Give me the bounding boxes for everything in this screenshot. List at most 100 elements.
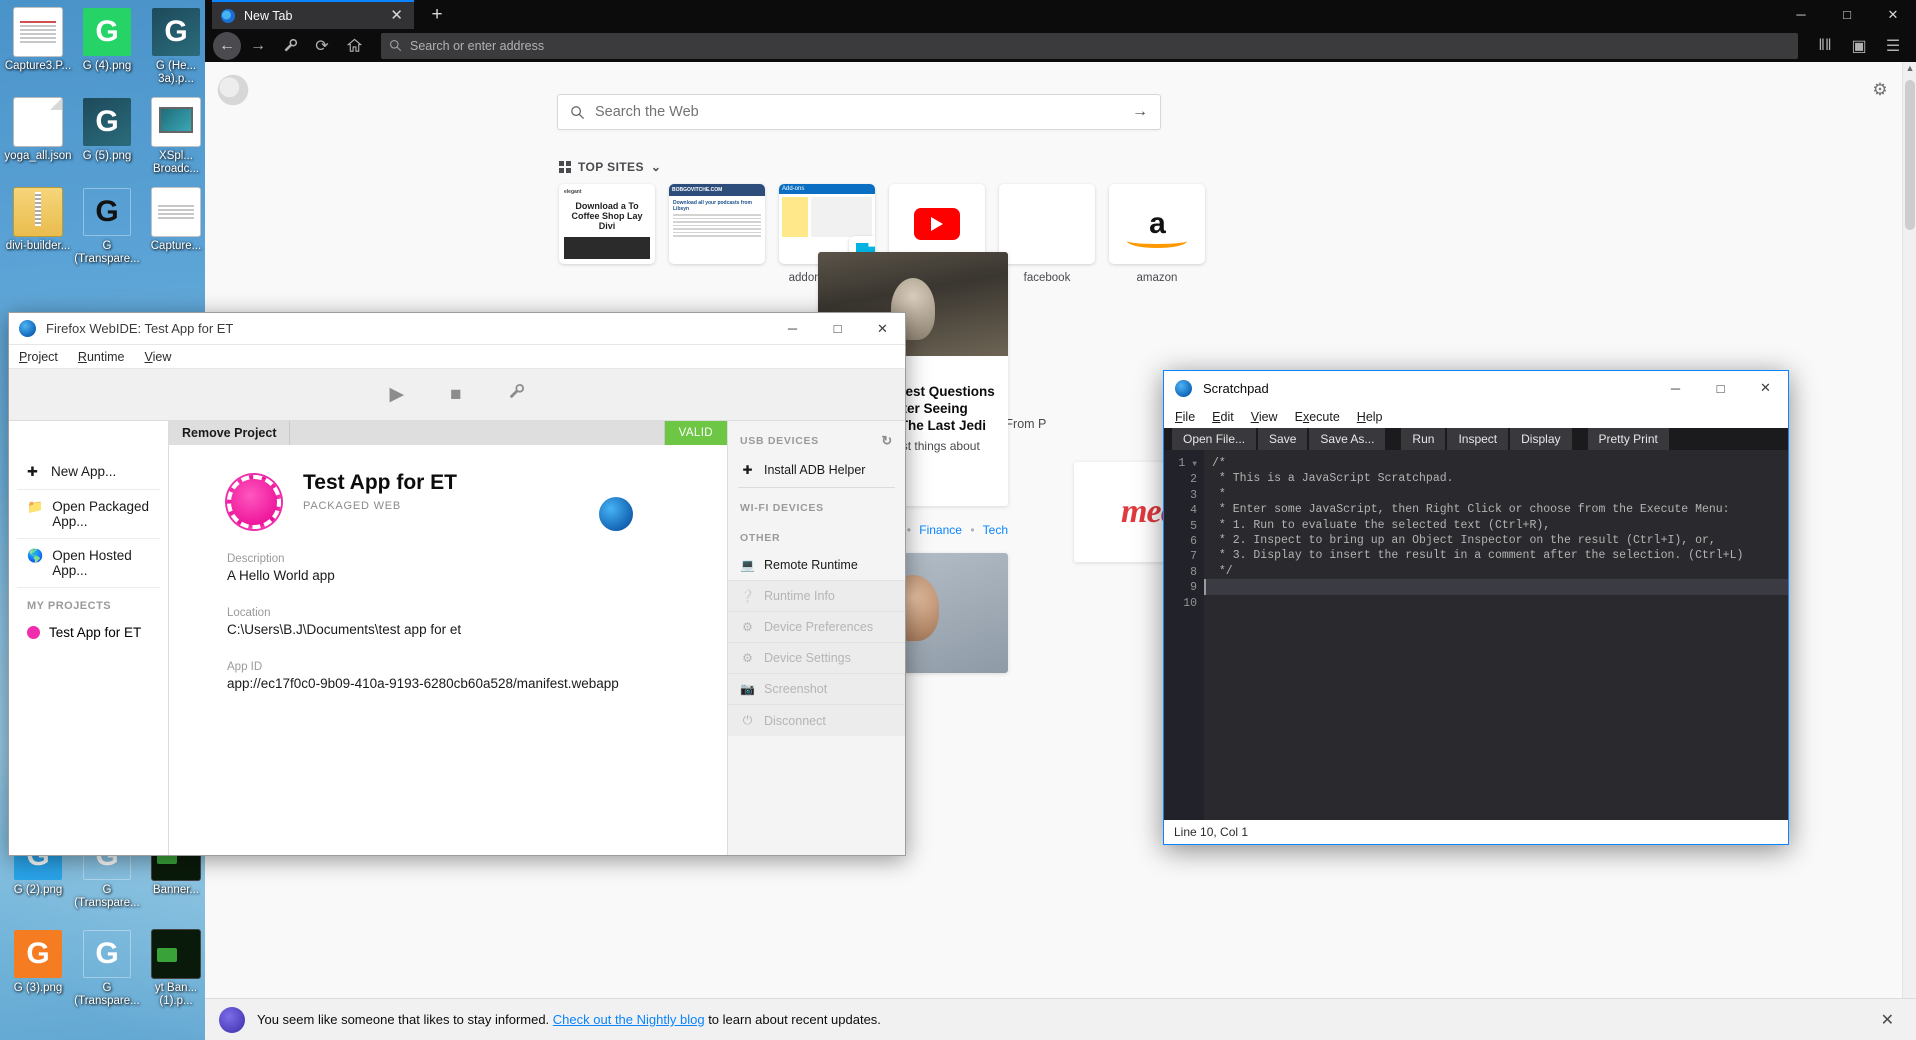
category-link[interactable]: Finance xyxy=(919,523,962,537)
play-icon[interactable]: ▶ xyxy=(389,383,404,406)
desktop-icon[interactable]: G G (3).png xyxy=(4,930,72,995)
remote-runtime-button[interactable]: 💻 Remote Runtime xyxy=(728,550,905,580)
desktop-icon[interactable]: Capture3.P... xyxy=(4,8,72,73)
desktop-icon[interactable]: Capture... xyxy=(142,188,210,253)
device-preferences-button[interactable]: ⚙ Device Preferences xyxy=(728,611,905,642)
stop-icon[interactable]: ■ xyxy=(450,384,461,406)
sidebar-icon[interactable]: ▣ xyxy=(1844,32,1874,60)
pretty-print-button[interactable]: Pretty Print xyxy=(1588,428,1669,450)
minimize-icon[interactable]: ─ xyxy=(770,313,815,345)
scrollbar-thumb[interactable] xyxy=(1905,80,1915,230)
webide-window-title: Firefox WebIDE: Test App for ET xyxy=(46,321,770,336)
remove-project-button[interactable]: Remove Project xyxy=(169,421,290,445)
firefox-icon xyxy=(1175,380,1192,397)
menu-item-project[interactable]: Project xyxy=(19,350,58,364)
line-number: 2 xyxy=(1164,472,1197,487)
desktop-icon[interactable]: XSpl...Broadc... xyxy=(142,98,210,176)
new-app-button[interactable]: ✚ New App... xyxy=(17,455,160,490)
amazon-smile-icon xyxy=(1127,234,1187,248)
scratchpad-toolbar: Open File... Save Save As... Run Inspect… xyxy=(1164,428,1788,450)
minimize-icon[interactable]: ─ xyxy=(1653,372,1698,404)
open-file-button[interactable]: Open File... xyxy=(1172,428,1256,450)
top-site-tile[interactable]: a amazon xyxy=(1109,184,1205,284)
menu-item-view[interactable]: View xyxy=(1251,410,1278,424)
open-packaged-app-button[interactable]: 📁 Open Packaged App... xyxy=(17,490,160,539)
menu-item-help[interactable]: Help xyxy=(1357,410,1383,424)
reload-icon[interactable]: ⟳ xyxy=(307,32,337,60)
desktop-icon[interactable]: G G (5).png xyxy=(73,98,141,163)
menu-item-runtime[interactable]: Runtime xyxy=(78,350,125,364)
maximize-icon[interactable]: □ xyxy=(1824,0,1870,29)
maximize-icon[interactable]: □ xyxy=(815,313,860,345)
nightly-blog-link[interactable]: Check out the Nightly blog xyxy=(553,1012,705,1027)
inspect-button[interactable]: Inspect xyxy=(1447,428,1508,450)
menu-item-execute[interactable]: Execute xyxy=(1295,410,1340,424)
menu-item-view[interactable]: View xyxy=(144,350,171,364)
webide-title-bar[interactable]: Firefox WebIDE: Test App for ET ─ □ ✕ xyxy=(9,313,905,345)
wrench-icon[interactable] xyxy=(508,383,525,406)
site-thumbnail: BOBGOVITCHE.COM Download all your podcas… xyxy=(669,184,765,264)
top-site-tile[interactable]: f facebook xyxy=(999,184,1095,284)
open-hosted-app-button[interactable]: 🌎 Open Hosted App... xyxy=(17,539,160,588)
save-as-button[interactable]: Save As... xyxy=(1309,428,1385,450)
desktop-icon[interactable]: G G (4).png xyxy=(73,8,141,73)
desktop-icon[interactable]: yoga_all.json xyxy=(4,98,72,163)
page-scrollbar[interactable]: ▲ ▼ xyxy=(1902,62,1916,1040)
category-link[interactable]: Tech xyxy=(983,523,1008,537)
maximize-icon[interactable]: □ xyxy=(1698,372,1743,404)
home-icon[interactable] xyxy=(339,32,369,60)
desktop-icon[interactable]: G G(Transpare... xyxy=(73,188,141,266)
scratchpad-title-bar[interactable]: Scratchpad ─ □ ✕ xyxy=(1164,371,1788,405)
line-number: 9 xyxy=(1164,580,1197,595)
gear-icon[interactable]: ⚙ xyxy=(1870,80,1890,100)
line-number: 3 xyxy=(1164,488,1197,503)
back-icon[interactable]: ← xyxy=(213,32,241,60)
close-icon[interactable]: ✕ xyxy=(860,313,905,345)
chevron-down-icon[interactable]: ⌄ xyxy=(651,160,661,174)
code-text-area[interactable]: /* * This is a JavaScript Scratchpad. * … xyxy=(1204,450,1788,820)
new-tab-button[interactable]: + xyxy=(425,4,449,26)
screenshot-button[interactable]: 📷 Screenshot xyxy=(728,673,905,704)
desktop-icon[interactable]: divi-builder... xyxy=(4,188,72,253)
refresh-icon[interactable]: ↻ xyxy=(881,433,893,449)
firefox-icon xyxy=(220,8,236,24)
menu-icon[interactable]: ☰ xyxy=(1878,32,1908,60)
g-shield-icon: G xyxy=(83,930,131,978)
address-bar[interactable]: Search or enter address xyxy=(381,33,1798,59)
save-button[interactable]: Save xyxy=(1258,428,1307,450)
desktop-icon[interactable]: G G(Transpare... xyxy=(73,930,141,1008)
document-image-icon xyxy=(14,8,62,56)
menu-item-edit[interactable]: Edit xyxy=(1212,410,1234,424)
disconnect-button[interactable]: ⏻ Disconnect xyxy=(728,704,905,736)
minimize-icon[interactable]: ─ xyxy=(1778,0,1824,29)
forward-icon[interactable]: → xyxy=(243,32,273,60)
close-icon[interactable]: ✕ xyxy=(1873,1010,1902,1030)
search-input[interactable]: Search the Web → xyxy=(557,94,1161,130)
desktop-icon-label: Capture... xyxy=(142,240,210,253)
device-settings-button[interactable]: ⚙ Device Settings xyxy=(728,642,905,673)
project-color-dot xyxy=(27,626,40,639)
scratchpad-editor[interactable]: 1 ▼ 2 3 4 5 6 7 8 9 10 /* * This is a Ja… xyxy=(1164,450,1788,820)
menu-item-file[interactable]: File xyxy=(1175,410,1195,424)
desktop-icon[interactable]: G G (He...3a).p... xyxy=(142,8,210,86)
desktop-icon-label: G (2).png xyxy=(4,884,72,897)
top-sites-header[interactable]: TOP SITES ⌄ xyxy=(559,160,661,174)
desktop-icon-label: divi-builder... xyxy=(4,240,72,253)
close-icon[interactable]: ✕ xyxy=(1870,0,1916,29)
install-adb-helper-button[interactable]: ✚ Install ADB Helper xyxy=(728,455,905,485)
scroll-up-icon[interactable]: ▲ xyxy=(1903,62,1916,76)
runtime-info-button[interactable]: ❔ Runtime Info xyxy=(728,580,905,611)
close-icon[interactable]: ✕ xyxy=(387,10,406,22)
browser-tab-new-tab[interactable]: New Tab ✕ xyxy=(212,0,414,29)
search-submit-icon[interactable]: → xyxy=(1132,103,1148,121)
close-icon[interactable]: ✕ xyxy=(1743,372,1788,404)
sidebar-project-test-app-for-et[interactable]: Test App for ET xyxy=(9,618,168,647)
desktop-icon[interactable]: yt Ban...(1).p... xyxy=(142,930,210,1008)
top-site-tile[interactable]: elegant Download a To Coffee Shop Lay Di… xyxy=(559,184,655,284)
run-button[interactable]: Run xyxy=(1401,428,1445,450)
top-site-tile[interactable]: BOBGOVITCHE.COM Download all your podcas… xyxy=(669,184,765,284)
display-button[interactable]: Display xyxy=(1510,428,1571,450)
library-icon[interactable]: ‖‖ xyxy=(1810,32,1840,60)
project-field-description: Description A Hello World app xyxy=(227,553,727,583)
devtools-wrench-icon[interactable] xyxy=(275,32,305,60)
